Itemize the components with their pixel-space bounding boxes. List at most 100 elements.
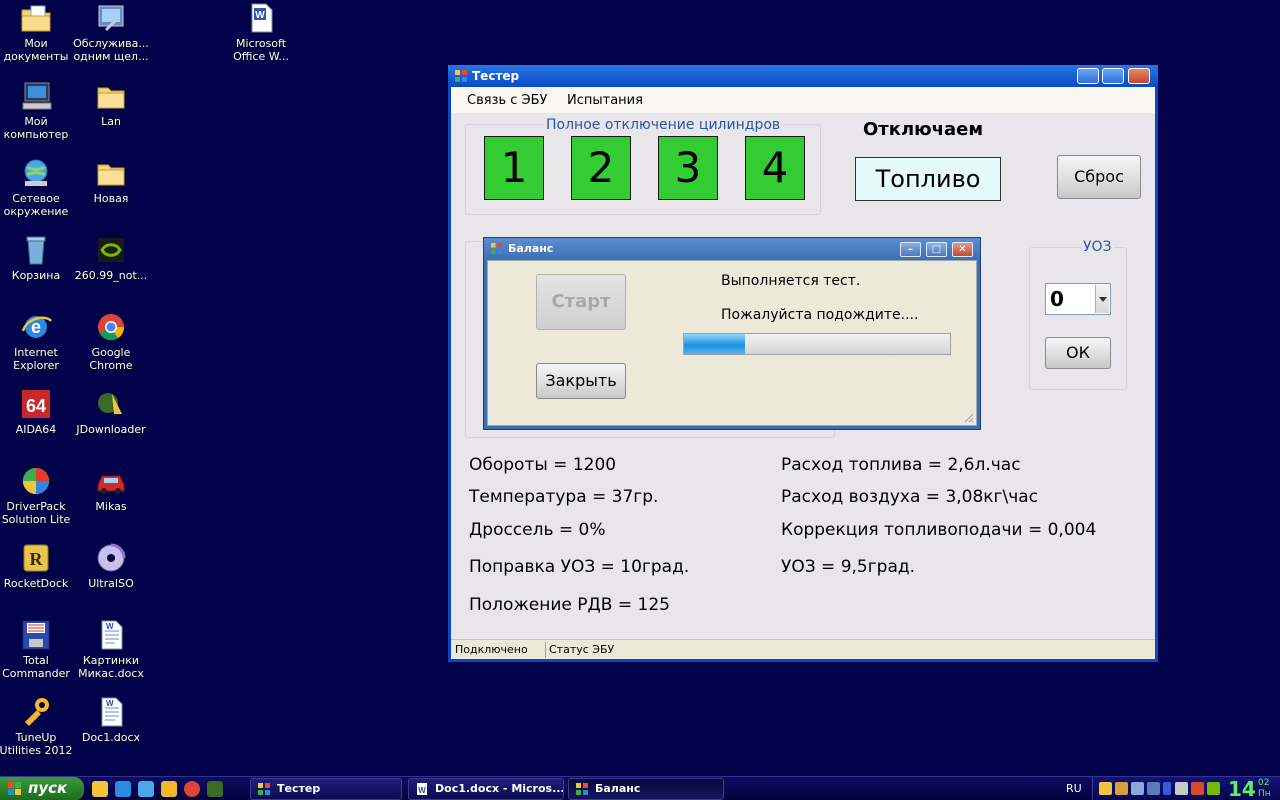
cylinder-group-title: Полное отключение цилиндров — [544, 117, 783, 133]
clock-hour[interactable]: 14 — [1228, 777, 1256, 800]
desktop-icon-total-commander[interactable]: Total Commander — [0, 619, 74, 680]
my-computer-icon — [19, 80, 53, 112]
desktop-icon-label: Mikas — [95, 500, 127, 513]
tray-volume-icon[interactable] — [1175, 782, 1188, 795]
driverpack-icon — [19, 465, 53, 497]
desktop-icon-jdownloader[interactable]: JDownloader — [73, 388, 149, 436]
quicklaunch-jdownloader-icon[interactable] — [207, 781, 223, 797]
desktop-icon-label: Google Chrome — [89, 346, 133, 372]
folder-icon — [94, 80, 128, 112]
status-separator — [545, 642, 546, 658]
rocketdock-icon: R — [19, 542, 53, 574]
start-button[interactable]: пуск — [0, 777, 84, 800]
quicklaunch-network-icon[interactable] — [138, 781, 154, 797]
main-window-titlebar[interactable]: Тестер — [448, 65, 1158, 87]
chevron-down-icon[interactable] — [1095, 285, 1109, 313]
quicklaunch-chrome-icon[interactable] — [184, 781, 200, 797]
taskbar-balance[interactable]: Баланс — [568, 778, 724, 800]
quicklaunch-explorer-icon[interactable] — [92, 781, 108, 797]
desktop-icon-ultraiso[interactable]: UltraISO — [73, 542, 149, 590]
desktop-icon-doc1[interactable]: W Doc1.docx — [73, 696, 149, 744]
tray-nvidia-icon[interactable] — [1207, 782, 1220, 795]
desktop-icon-rocketdock[interactable]: R RocketDock — [0, 542, 74, 590]
desktop-icon-ms-word[interactable]: W Microsoft Office W... — [223, 2, 299, 63]
desktop-icon-label: Lan — [101, 115, 121, 128]
start-button[interactable]: Старт — [536, 274, 626, 330]
svg-text:W: W — [106, 699, 114, 708]
desktop-icon-internet-explorer[interactable]: e Internet Explorer — [0, 311, 74, 372]
nvidia-icon — [94, 234, 128, 266]
status-connected: Подключено — [455, 643, 528, 656]
tuneup-icon — [19, 696, 53, 728]
app-window-icon — [490, 242, 503, 255]
desktop-icon-chrome[interactable]: Google Chrome — [73, 311, 149, 372]
svg-text:W: W — [255, 10, 265, 21]
maximize-button[interactable] — [1102, 68, 1124, 84]
desktop-icon-label: Мои документы — [3, 37, 69, 63]
desktop-icon-mikas[interactable]: Mikas — [73, 465, 149, 513]
desktop-icon-aida64[interactable]: 64 AIDA64 — [0, 388, 74, 436]
cylinder-1-button[interactable]: 1 — [484, 136, 544, 200]
quicklaunch-ie-icon[interactable] — [115, 781, 131, 797]
close-dialog-button[interactable]: Закрыть — [536, 363, 626, 399]
desktop-icon-label: JDownloader — [76, 423, 146, 436]
dialog-minimize-button[interactable]: – — [900, 242, 921, 257]
desktop-icon-driverpack[interactable]: DriverPack Solution Lite — [0, 465, 74, 526]
svg-text:W: W — [418, 786, 426, 795]
tray-battery-icon[interactable] — [1163, 782, 1171, 795]
internet-explorer-icon: e — [19, 311, 53, 343]
tray-network-icon[interactable] — [1131, 782, 1144, 795]
tray-shield-icon[interactable] — [1191, 782, 1204, 795]
resize-grip-icon[interactable] — [962, 411, 974, 423]
desktop-icon-kartinki[interactable]: W Картинки Микас.docx — [73, 619, 149, 680]
app-window-icon — [258, 783, 270, 795]
param-air-consumption: Расход воздуха = 3,08кг\час — [781, 487, 1039, 507]
desktop-icon-label: Doc1.docx — [81, 731, 140, 744]
word-shortcut-icon: W — [244, 2, 278, 34]
dialog-maximize-button[interactable]: □ — [926, 242, 947, 257]
minimize-button[interactable] — [1077, 68, 1099, 84]
tray-display-icon[interactable] — [1147, 782, 1160, 795]
status-bar: Подключено Статус ЭБУ — [451, 639, 1155, 659]
desktop-icon-network[interactable]: Сетевое окружение — [0, 157, 74, 218]
menu-tests[interactable]: Испытания — [567, 93, 643, 108]
desktop-icon-tuneup[interactable]: TuneUp Utilities 2012 — [0, 696, 74, 757]
desktop-icon-label: Total Commander — [2, 654, 70, 680]
cylinder-4-button[interactable]: 4 — [745, 136, 805, 200]
taskbar-tester[interactable]: Тестер — [250, 778, 402, 800]
param-fuel-consumption: Расход топлива = 2,6л.час — [781, 455, 1021, 475]
uoz-select[interactable]: 0 — [1045, 283, 1111, 315]
desktop-icon-label: 260.99_not... — [74, 269, 148, 282]
word-document-icon: W — [94, 696, 128, 728]
close-button[interactable] — [1128, 68, 1150, 84]
desktop-icon-my-documents[interactable]: Мои документы — [0, 2, 74, 63]
desktop-icon-label: Корзина — [11, 269, 61, 282]
taskbar-doc1[interactable]: W Doc1.docx - Micros... — [408, 778, 564, 800]
cylinder-3-button[interactable]: 3 — [658, 136, 718, 200]
language-indicator[interactable]: RU — [1066, 782, 1082, 795]
cylinder-2-button[interactable]: 2 — [571, 136, 631, 200]
desktop-icon-recycle-bin[interactable]: Корзина — [0, 234, 74, 282]
test-running-message: Выполняется тест. — [721, 273, 861, 289]
main-window-title: Тестер — [472, 69, 520, 83]
quicklaunch-tuneup-icon[interactable] — [161, 781, 177, 797]
balance-dialog-titlebar[interactable]: Баланс – □ ✕ — [484, 238, 980, 260]
desktop-icon-my-computer[interactable]: Мой компьютер — [0, 80, 74, 141]
tray-security-icon[interactable] — [1115, 782, 1128, 795]
please-wait-message: Пожалуйста подождите.... — [721, 307, 919, 323]
desktop-icon-label: AIDA64 — [15, 423, 57, 436]
dialog-close-button[interactable]: ✕ — [952, 242, 973, 257]
menu-ecu-connection[interactable]: Связь с ЭБУ — [467, 93, 547, 108]
app-window-icon — [576, 783, 588, 795]
desktop-icon-maintenance[interactable]: Обслужива... одним щел... — [73, 2, 149, 63]
tray-folder-icon[interactable] — [1099, 782, 1112, 795]
balance-dialog: Баланс – □ ✕ Старт Закрыть Выполняется т… — [483, 237, 981, 430]
desktop-icon-novaya[interactable]: Новая — [73, 157, 149, 205]
desktop-icon-label: Новая — [93, 192, 129, 205]
ok-button[interactable]: ОК — [1045, 337, 1111, 369]
desktop-icon-nvidia[interactable]: 260.99_not... — [73, 234, 149, 282]
desktop-icon-lan[interactable]: Lan — [73, 80, 149, 128]
taskbar: пуск Тестер W Doc1.docx - Micros... Бала… — [0, 776, 1280, 800]
reset-button[interactable]: Сброс — [1057, 155, 1141, 199]
windows-flag-icon — [8, 782, 21, 795]
